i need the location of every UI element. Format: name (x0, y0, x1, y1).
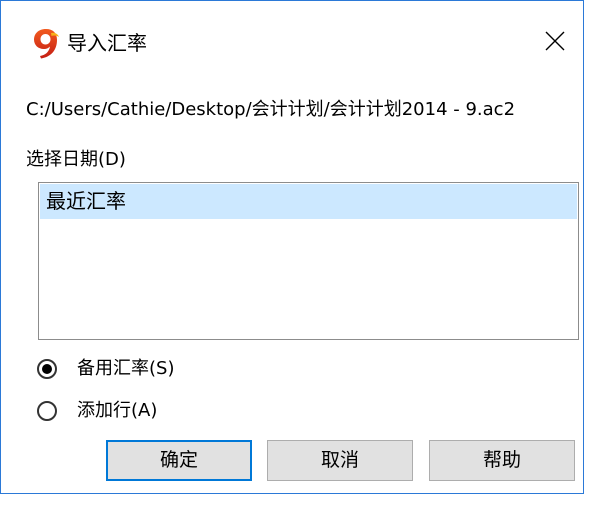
add-rows-label: 添加行(A) (77, 400, 158, 421)
backup-rate-radio[interactable]: 备用汇率(S) (37, 354, 174, 384)
title-bar: 导入汇率 (1, 1, 583, 79)
add-rows-radio[interactable]: 添加行(A) (37, 396, 157, 426)
app-logo-9-icon (31, 27, 61, 59)
backup-rate-label: 备用汇率(S) (77, 358, 175, 379)
select-date-label: 选择日期(D) (26, 149, 126, 170)
dialog-title: 导入汇率 (67, 31, 147, 55)
date-listbox[interactable]: 最近汇率 (38, 182, 579, 340)
close-button[interactable] (535, 23, 575, 63)
ok-button[interactable]: 确定 (106, 440, 252, 481)
radio-checked-icon (37, 359, 57, 379)
import-exchange-rate-dialog: 导入汇率 C:/Users/Cathie/Desktop/会计计划/会计计划20… (0, 0, 584, 494)
radio-dot (42, 364, 52, 374)
cancel-button[interactable]: 取消 (267, 440, 413, 481)
help-button[interactable]: 帮助 (429, 440, 575, 481)
radio-unchecked-icon (37, 401, 57, 421)
file-path-label: C:/Users/Cathie/Desktop/会计计划/会计计划2014 - … (26, 99, 516, 120)
close-icon (545, 31, 565, 55)
list-item[interactable]: 最近汇率 (40, 184, 577, 219)
